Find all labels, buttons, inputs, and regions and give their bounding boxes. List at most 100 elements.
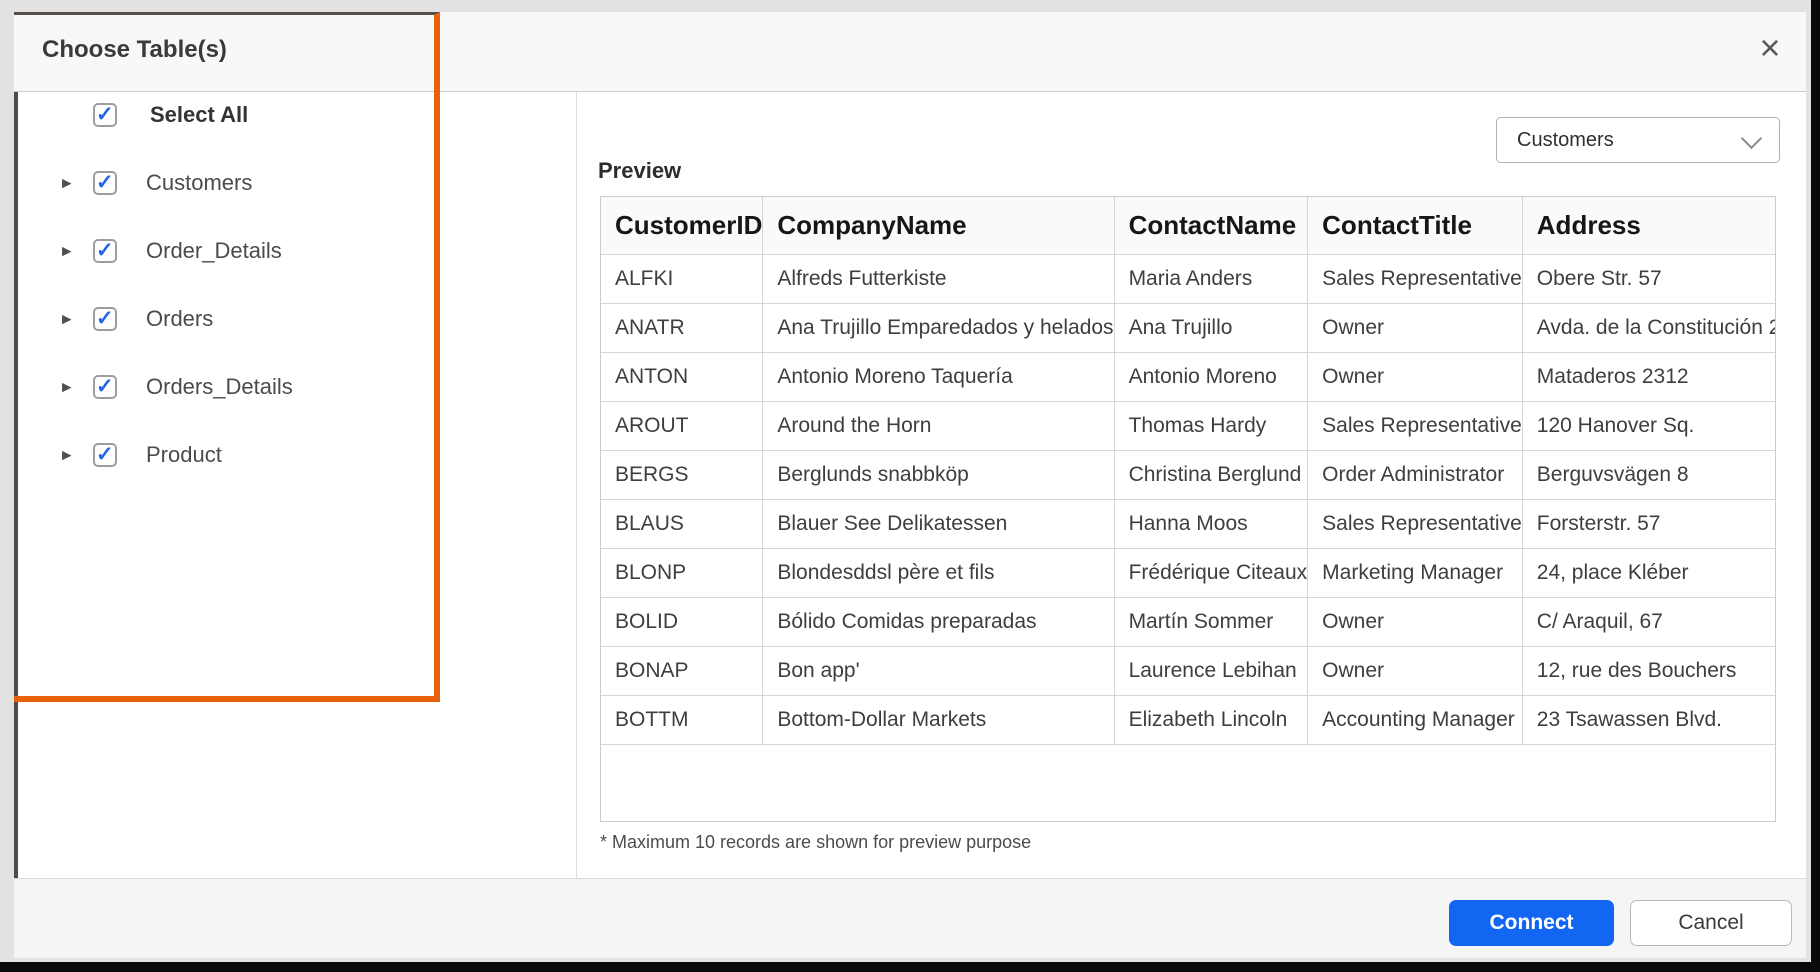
cell: Alfreds Futterkiste [762, 254, 1115, 304]
checkmark-icon: ✓ [96, 375, 114, 398]
expand-arrow-icon[interactable]: ▸ [62, 240, 72, 263]
cell: BLAUS [601, 499, 764, 549]
cell: Around the Horn [762, 401, 1115, 451]
close-icon[interactable]: × [1750, 26, 1790, 70]
cell: BONAP [601, 646, 764, 696]
expand-arrow-icon[interactable]: ▸ [62, 172, 72, 195]
cell: Sales Representative [1307, 254, 1523, 304]
dialog-title: Choose Table(s) [42, 36, 227, 63]
cell: Hanna Moos [1114, 499, 1309, 549]
preview-note: * Maximum 10 records are shown for previ… [600, 832, 1032, 852]
cell: Berglunds snabbköp [762, 450, 1115, 500]
cell: Avda. de la Constitución 2222 [1522, 303, 1775, 353]
preview-table: CustomerID CompanyName ContactName ContactT… [601, 197, 1775, 745]
column-header-contacttitle: ContactTitle [1307, 197, 1523, 255]
cell: Order Administrator [1307, 450, 1523, 500]
cell: BOLID [601, 597, 764, 647]
cell: Laurence Lebihan [1114, 646, 1309, 696]
table-row: ALFKI Alfreds Futterkiste Maria Anders Sale… [601, 254, 1775, 304]
cell: ANATR [601, 303, 764, 353]
cell: Frédérique Citeaux [1114, 548, 1309, 598]
dropdown-selected-value: Customers [1517, 129, 1614, 151]
table-row: ANTON Antonio Moreno Taquería Antonio More… [601, 352, 1775, 402]
column-header-address: Address [1522, 197, 1775, 255]
cell: Antonio Moreno Taquería [762, 352, 1115, 402]
table-row: ANATR Ana Trujillo Emparedados y helados A… [601, 303, 1775, 353]
cell: Marketing Manager [1307, 548, 1523, 598]
cell: Berguvsvägen 8 [1522, 450, 1775, 500]
table-header-row: CustomerID CompanyName ContactName ContactT… [601, 197, 1775, 255]
cell: Owner [1307, 646, 1523, 696]
table-row: BOTTM Bottom-Dollar Markets Elizabeth Linc… [601, 695, 1775, 745]
cell: 24, place Kléber [1522, 548, 1775, 598]
tree-item-label[interactable]: Order_Details [146, 238, 282, 264]
tree-item-label[interactable]: Product [146, 442, 222, 468]
preview-table-container: CustomerID CompanyName ContactName ContactT… [600, 196, 1776, 822]
table-row: BLONP Blondesddsl père et fils Frédérique … [601, 548, 1775, 598]
cell: 12, rue des Bouchers [1522, 646, 1775, 696]
cell: Bon app' [762, 646, 1115, 696]
cell: Obere Str. 57 [1522, 254, 1775, 304]
select-all-checkbox[interactable]: ✓ [93, 103, 117, 127]
cell: C/ Araquil, 67 [1522, 597, 1775, 647]
table-row: AROUT Around the Horn Thomas Hardy Sales Re… [601, 401, 1775, 451]
cell: Martín Sommer [1114, 597, 1309, 647]
cell: Maria Anders [1114, 254, 1309, 304]
cell: AROUT [601, 401, 764, 451]
tree-item-select-all[interactable]: ✓ Select All [0, 81, 560, 149]
tree-item-orders_details[interactable]: ▸ ✓ Orders_Details [0, 353, 560, 421]
expand-arrow-icon[interactable]: ▸ [62, 376, 72, 399]
tree-item-label[interactable]: Orders_Details [146, 374, 293, 400]
cell: BOTTM [601, 695, 764, 745]
tree-item-label[interactable]: Select All [150, 102, 248, 128]
screen: Choose Table(s) × ✓ Select All ▸ ✓ Custome… [0, 0, 1820, 972]
cell: Owner [1307, 303, 1523, 353]
checkmark-icon: ✓ [96, 103, 114, 126]
cell: Bólido Comidas preparadas [762, 597, 1115, 647]
cell: Blondesddsl père et fils [762, 548, 1115, 598]
table-checkbox[interactable]: ✓ [93, 171, 117, 195]
cell: Bottom-Dollar Markets [762, 695, 1115, 745]
chevron-down-icon [1740, 127, 1763, 150]
panel-divider [576, 92, 577, 878]
table-checkbox[interactable]: ✓ [93, 375, 117, 399]
cell: 23 Tsawassen Blvd. [1522, 695, 1775, 745]
table-row: BERGS Berglunds snabbköp Christina Berglun… [601, 450, 1775, 500]
cell: Christina Berglund [1114, 450, 1309, 500]
column-header-companyname: CompanyName [762, 197, 1115, 255]
checkmark-icon: ✓ [96, 239, 114, 262]
cell: Elizabeth Lincoln [1114, 695, 1309, 745]
checkmark-icon: ✓ [96, 171, 114, 194]
table-row: BONAP Bon app' Laurence Lebihan Owner 12, ru… [601, 646, 1775, 696]
cell: BERGS [601, 450, 764, 500]
tree-item-label[interactable]: Customers [146, 170, 252, 196]
cell: Thomas Hardy [1114, 401, 1309, 451]
table-row: BOLID Bólido Comidas preparadas Martín Som… [601, 597, 1775, 647]
tree-item-orders[interactable]: ▸ ✓ Orders [0, 285, 560, 353]
cell: Owner [1307, 597, 1523, 647]
checkmark-icon: ✓ [96, 307, 114, 330]
column-header-customerid: CustomerID [601, 197, 764, 255]
table-checkbox[interactable]: ✓ [93, 443, 117, 467]
tree-item-customers[interactable]: ▸ ✓ Customers [0, 149, 560, 217]
cell: Forsterstr. 57 [1522, 499, 1775, 549]
cell: ANTON [601, 352, 764, 402]
cell: BLONP [601, 548, 764, 598]
connect-button[interactable]: Connect [1449, 900, 1614, 946]
cell: Ana Trujillo Emparedados y helados [762, 303, 1115, 353]
cell: Accounting Manager [1307, 695, 1523, 745]
screen-edge [0, 962, 1820, 972]
preview-label: Preview [598, 158, 682, 183]
table-select-dropdown[interactable]: Customers [1496, 117, 1780, 163]
table-checkbox[interactable]: ✓ [93, 239, 117, 263]
cell: Ana Trujillo [1114, 303, 1309, 353]
cancel-button[interactable]: Cancel [1630, 900, 1792, 946]
expand-arrow-icon[interactable]: ▸ [62, 308, 72, 331]
tree-item-order_details[interactable]: ▸ ✓ Order_Details [0, 217, 560, 285]
table-checkbox[interactable]: ✓ [93, 307, 117, 331]
expand-arrow-icon[interactable]: ▸ [62, 444, 72, 467]
tree-item-label[interactable]: Orders [146, 306, 213, 332]
checkmark-icon: ✓ [96, 443, 114, 466]
tables-tree-panel: ✓ Select All ▸ ✓ Customers ▸ ✓ Order_Details ▸… [0, 81, 560, 489]
tree-item-product[interactable]: ▸ ✓ Product [0, 421, 560, 489]
